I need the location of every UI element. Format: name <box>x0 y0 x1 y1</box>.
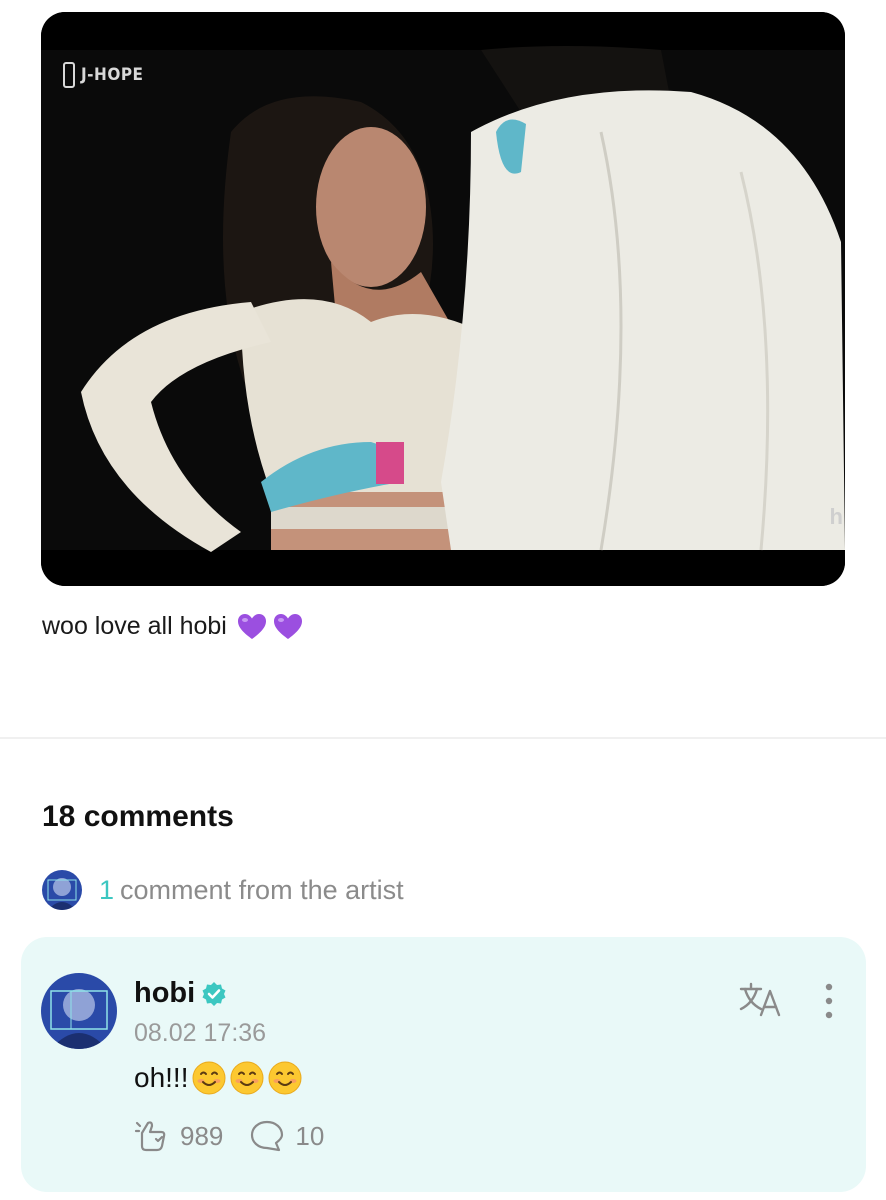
watermark-label: J-HOPE <box>81 65 144 85</box>
comment-text: oh!!! <box>134 1062 189 1093</box>
broadcast-watermark: J-HOPE <box>63 62 144 88</box>
channel-logo-icon <box>63 62 75 88</box>
comment-body: oh!!! <box>134 1061 302 1095</box>
artist-comment-card: hobi 08.02 17:36 oh!!! 989 10 <box>21 937 866 1192</box>
verified-badge-icon <box>202 981 226 1006</box>
reply-icon[interactable] <box>249 1119 285 1153</box>
watermark-right: h <box>829 504 843 529</box>
cheer-icon[interactable] <box>134 1119 170 1153</box>
post-media[interactable]: J-HOPE h <box>41 12 845 586</box>
comment-stats: 989 10 <box>134 1119 324 1153</box>
purple-heart-icon <box>273 613 302 639</box>
comment-author[interactable]: hobi <box>134 977 227 1010</box>
smiling-face-icon <box>192 1061 226 1095</box>
more-options-icon[interactable] <box>817 981 841 1021</box>
video-frame <box>41 12 845 586</box>
artist-avatar <box>42 870 82 910</box>
comments-count-title: 18 comments <box>42 800 234 833</box>
comment-timestamp: 08.02 17:36 <box>134 1019 267 1047</box>
translate-icon[interactable] <box>739 981 783 1019</box>
smiling-face-icon <box>230 1061 264 1095</box>
avatar[interactable] <box>41 973 117 1049</box>
post-caption: woo love all hobi <box>42 612 303 641</box>
artist-comment-label: comment from the artist <box>120 874 404 905</box>
artist-comments-link[interactable]: 1 comment from the artist <box>42 870 404 910</box>
artist-comment-count: 1 <box>99 874 115 905</box>
reply-count: 10 <box>295 1120 325 1151</box>
like-count: 989 <box>180 1120 224 1151</box>
section-divider <box>0 737 886 739</box>
smiling-face-icon <box>268 1061 302 1095</box>
caption-text: woo love all hobi <box>42 612 227 640</box>
author-name: hobi <box>134 977 196 1009</box>
purple-heart-icon <box>237 613 266 639</box>
